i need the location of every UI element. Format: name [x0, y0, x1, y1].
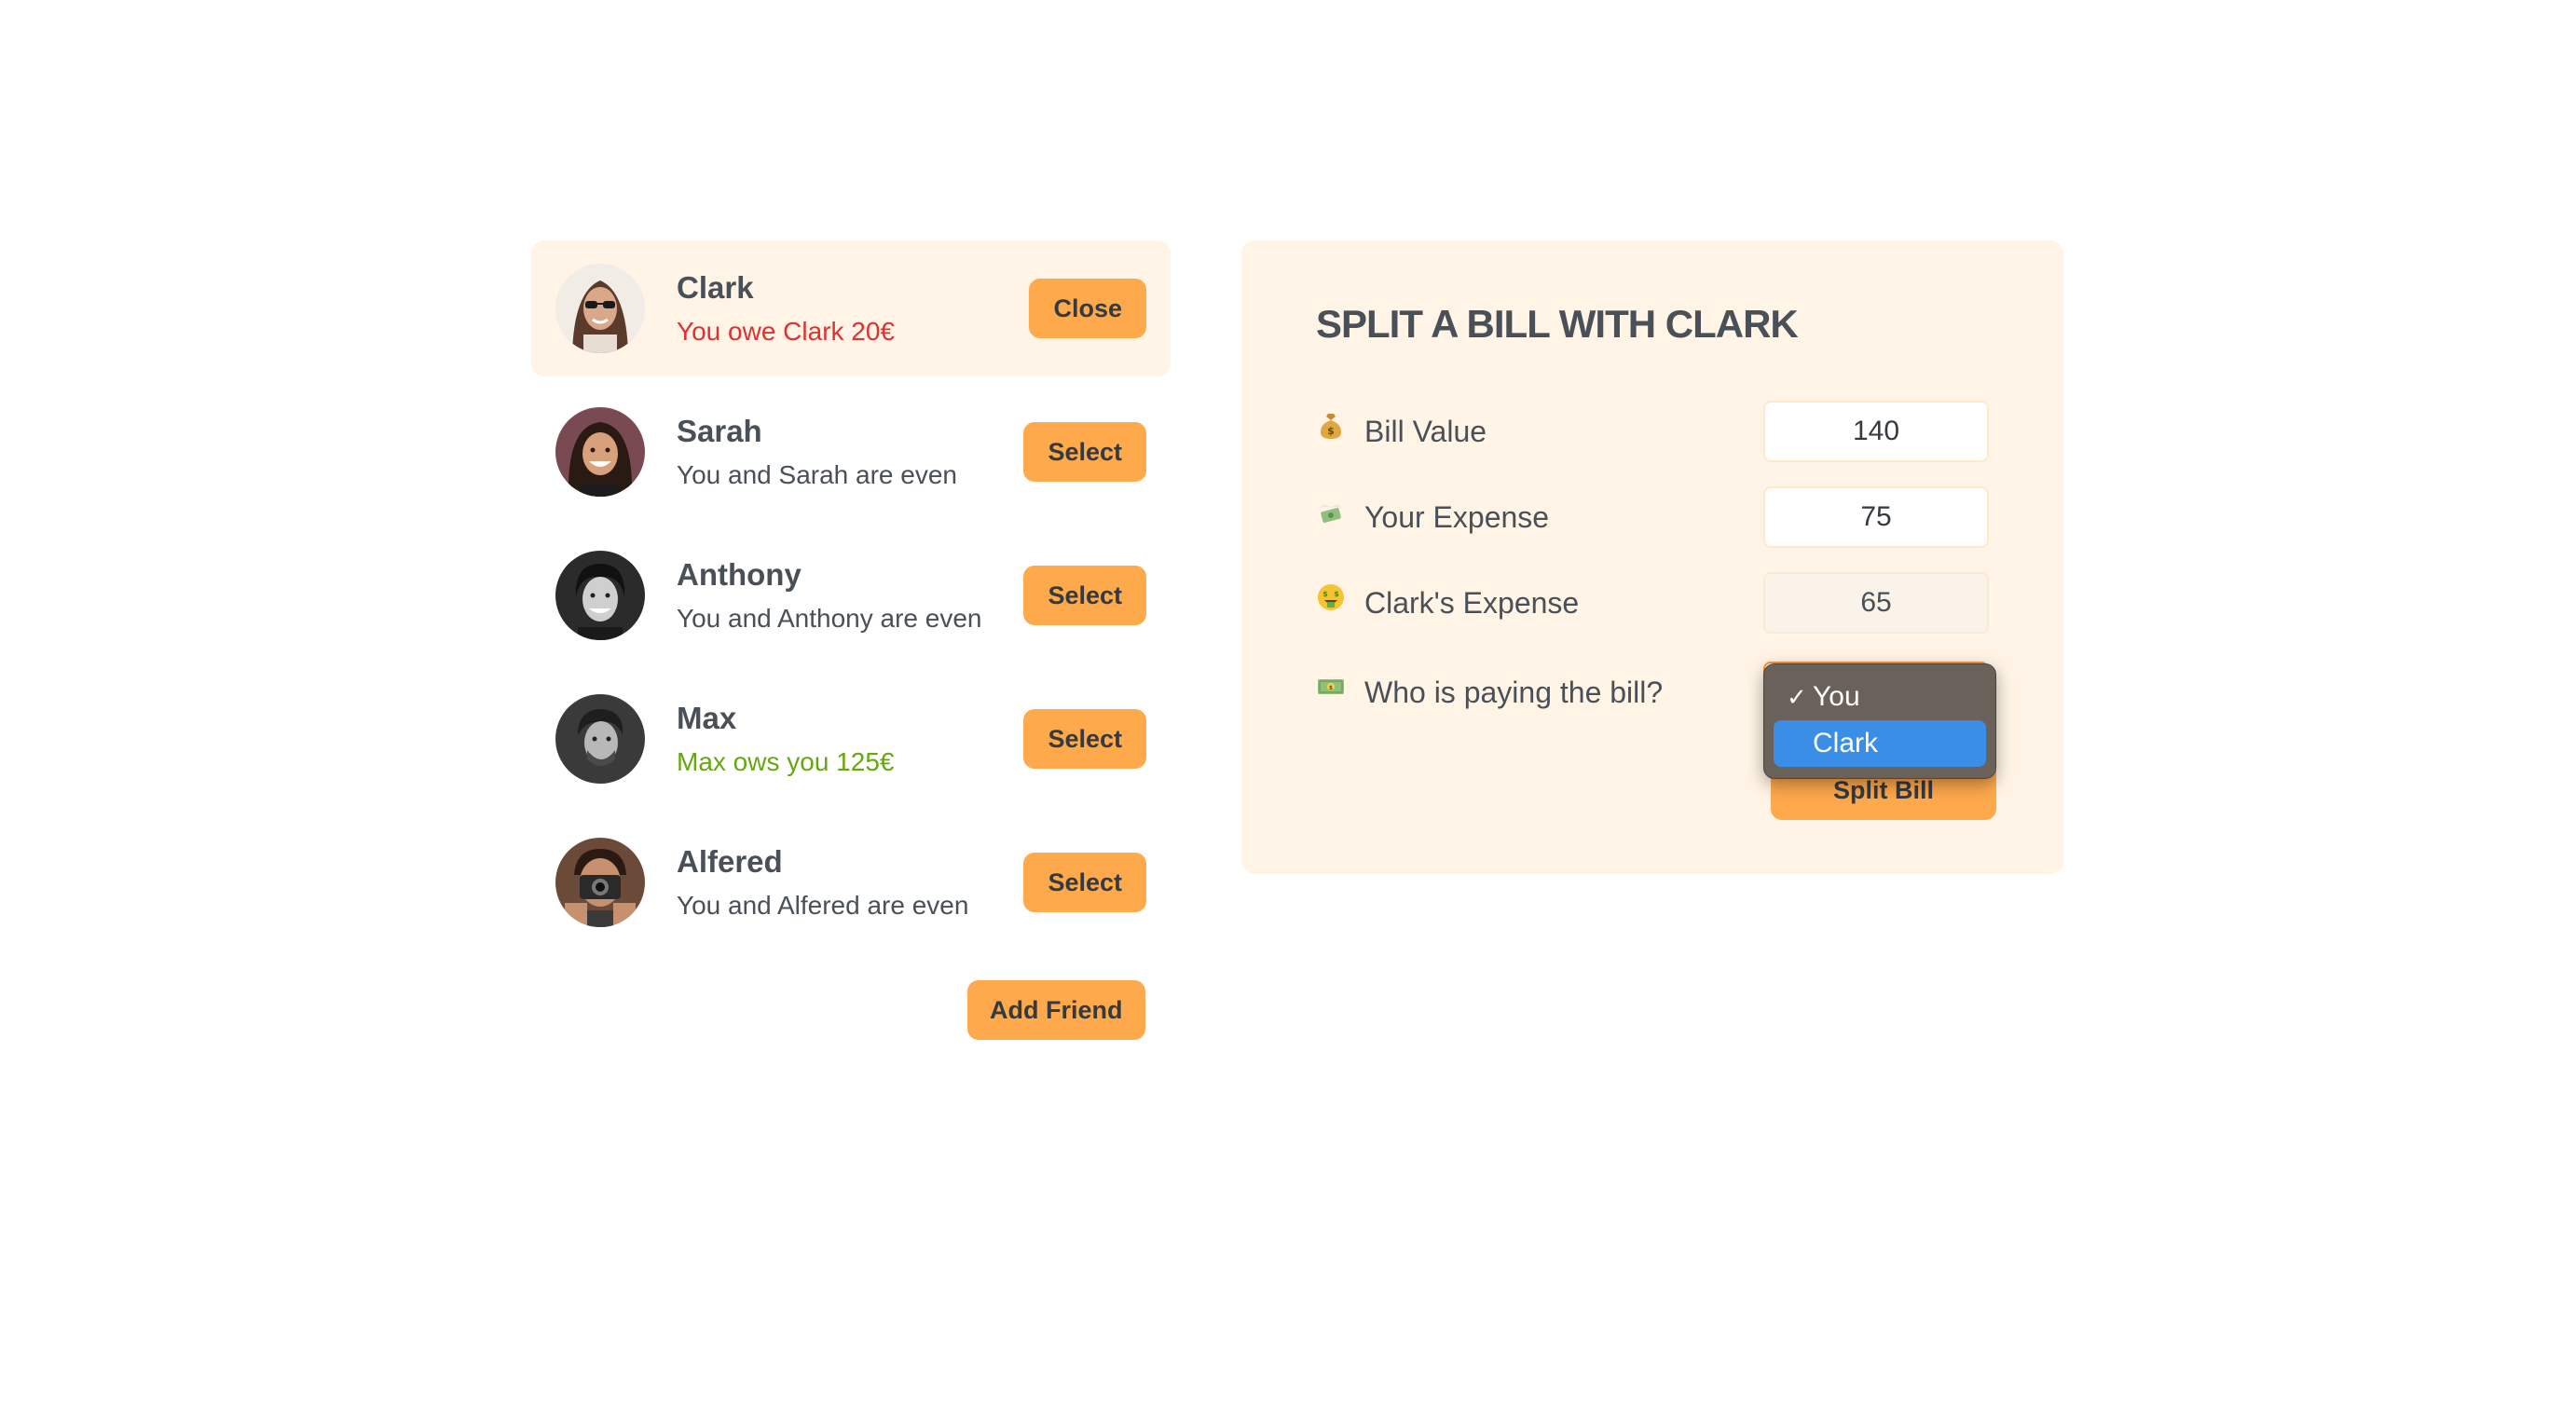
banknote-icon: $	[1316, 672, 1346, 702]
dropdown-option-label: You	[1813, 681, 1860, 712]
friend-item-anthony: Anthony You and Anthony are even Select	[531, 527, 1171, 663]
friend-item-max: Max Max ows you 125€ Select	[531, 671, 1171, 807]
checkmark-icon: ✓	[1787, 682, 1807, 711]
select-button[interactable]: Select	[1023, 709, 1146, 769]
svg-text:$: $	[1334, 590, 1339, 598]
bill-value-label: Bill Value	[1364, 414, 1487, 448]
money-mouth-face-icon: $ $	[1316, 582, 1346, 612]
friend-expense-input: 65	[1763, 572, 1989, 634]
dropdown-option-label: Clark	[1813, 728, 1879, 758]
your-expense-label-wrap: Your Expense	[1316, 486, 1549, 548]
select-button[interactable]: Select	[1023, 566, 1146, 625]
payer-dropdown-menu: ✓ You Clark	[1763, 663, 1996, 779]
bill-value-input[interactable]: 140	[1763, 401, 1989, 462]
avatar-alfered	[555, 838, 645, 927]
close-button[interactable]: Close	[1029, 279, 1146, 338]
svg-text:$: $	[1329, 685, 1333, 691]
select-button[interactable]: Select	[1023, 422, 1146, 482]
payer-label-wrap: $ Who is paying the bill?	[1316, 662, 1663, 723]
friend-item-alfered: Alfered You and Alfered are even Select	[531, 814, 1171, 950]
your-expense-label: Your Expense	[1364, 499, 1550, 534]
friends-list: Clark You owe Clark 20€ Close Sarah You …	[531, 240, 1171, 958]
money-bag-icon: $	[1316, 411, 1346, 441]
bill-value-label-wrap: $ Bill Value	[1316, 401, 1487, 462]
add-friend-button[interactable]: Add Friend	[967, 980, 1145, 1040]
dropdown-option-clark[interactable]: Clark	[1774, 720, 1986, 767]
friend-expense-label-wrap: $ $ Clark's Expense	[1316, 572, 1579, 634]
friend-item-sarah: Sarah You and Sarah are even Select	[531, 384, 1171, 520]
friend-item-clark: Clark You owe Clark 20€ Close	[531, 240, 1171, 376]
your-expense-input[interactable]: 75	[1763, 486, 1989, 548]
your-expense-row: Your Expense 75	[1316, 486, 1989, 548]
eat-n-split-app: Clark You owe Clark 20€ Close Sarah You …	[0, 0, 2576, 1407]
avatar-max	[555, 694, 645, 784]
svg-text:$: $	[1322, 590, 1328, 598]
svg-text:$: $	[1327, 425, 1335, 437]
select-button[interactable]: Select	[1023, 853, 1146, 912]
money-with-wings-icon	[1316, 497, 1346, 526]
dropdown-option-you[interactable]: ✓ You	[1774, 674, 1986, 720]
friend-expense-label: Clark's Expense	[1364, 585, 1580, 620]
avatar-clark	[555, 264, 645, 353]
form-title: SPLIT A BILL WITH CLARK	[1316, 302, 1799, 346]
friend-expense-row: $ $ Clark's Expense 65	[1316, 572, 1989, 634]
bill-value-row: $ Bill Value 140	[1316, 401, 1989, 462]
avatar-sarah	[555, 407, 645, 497]
avatar-anthony	[555, 551, 645, 640]
payer-label: Who is paying the bill?	[1364, 675, 1664, 709]
